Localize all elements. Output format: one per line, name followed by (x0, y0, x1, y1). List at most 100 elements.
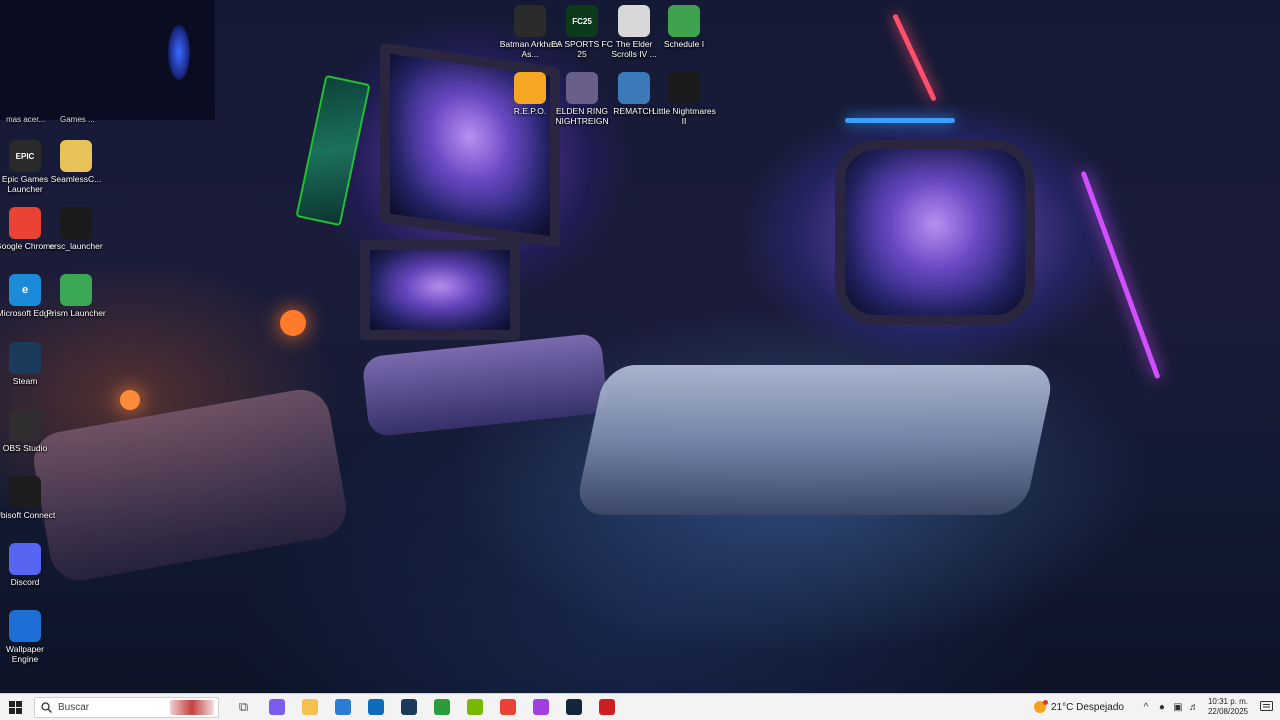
edge-icon: e (9, 274, 41, 306)
taskbar-app-button[interactable] (590, 694, 623, 720)
microphone-icon[interactable]: ● (1154, 702, 1170, 713)
rematch-icon (618, 72, 650, 104)
prism-launcher-icon (60, 274, 92, 306)
taskbar-app-button[interactable] (293, 694, 326, 720)
taskbar-app-button[interactable] (425, 694, 458, 720)
desktop-shortcut-discord[interactable]: Discord (0, 543, 57, 588)
taskbar-app-button[interactable] (359, 694, 392, 720)
messenger-icon (532, 699, 549, 715)
desktop-shortcut-label: Prism Launcher (46, 308, 106, 318)
obs-icon (9, 409, 41, 441)
weather-temp: 21°C (1051, 701, 1074, 713)
ubisoft-icon (9, 476, 41, 508)
partial-icon-label: mas acer... (6, 115, 46, 124)
task-view-icon: ⧉ (238, 699, 249, 714)
desktop-shortcut-label: Little Nightmares II (652, 106, 716, 126)
epic-games-icon: EPIC (9, 140, 41, 172)
system-tray: 21°C Despejado ^ ● ▣ ♬ 10:31 p. m. 22/08… (1034, 694, 1280, 720)
steam-icon (9, 342, 41, 374)
taskbar-app-button[interactable] (458, 694, 491, 720)
wallpaper-window-porthole (835, 140, 1035, 325)
wallpaper-engine-icon (9, 610, 41, 642)
start-button[interactable] (0, 694, 30, 720)
taskbar-app-button[interactable] (524, 694, 557, 720)
desktop-shortcut-label: Ubisoft Connect (0, 510, 56, 520)
weather-condition: Despejado (1076, 701, 1124, 713)
weather-widget[interactable]: 21°C Despejado (1034, 700, 1124, 713)
schedule-i-icon (668, 5, 700, 37)
desktop-shortcut-label: R.E.P.O. (513, 106, 547, 116)
desktop-shortcut-label: Wallpaper Engine (6, 644, 44, 664)
desktop-shortcut-label: REMATCH (613, 106, 655, 116)
desktop-shortcut-ersc[interactable]: ersc_launcher (44, 207, 108, 252)
desktop-shortcut-label: Steam (12, 376, 38, 386)
file-explorer-icon (301, 699, 318, 715)
copilot-icon (268, 699, 285, 715)
steam-icon (565, 699, 582, 715)
taskbar-app-button[interactable] (392, 694, 425, 720)
wallpaper-lamp (120, 390, 140, 410)
desktop-shortcut-label: OBS Studio (2, 443, 48, 453)
windows-logo-icon (8, 700, 22, 714)
wallpaper-neon-red (892, 13, 937, 102)
wallpaper-neon-purple (1080, 170, 1161, 380)
ersc-launcher-icon (60, 207, 92, 239)
clock-time: 10:31 p. m. (1207, 697, 1248, 706)
taskbar-search[interactable]: Buscar (34, 696, 219, 718)
steam-icon (400, 699, 417, 715)
outlook-icon (367, 699, 384, 715)
wallpaper-bed-left (29, 385, 351, 585)
desktop-shortcut-little[interactable]: Little Nightmares II (652, 72, 716, 126)
taskbar-clock[interactable]: 10:31 p. m. 22/08/2025 (1208, 697, 1248, 717)
taskbar-app-button[interactable] (491, 694, 524, 720)
wallpaper-galaxy-panel (295, 74, 371, 227)
taskbar: Buscar ⧉ 21°C Despejado ^ ● ▣ ♬ 10:31 p.… (0, 693, 1280, 720)
wallpaper-bed-middle (361, 332, 609, 438)
desktop-shortcut-label: SeamlessC... (50, 174, 102, 184)
elden-ring-icon (566, 72, 598, 104)
taskbar-app-button[interactable]: ⧉ (227, 694, 260, 720)
desktop-shortcut-schedule[interactable]: Schedule I (652, 5, 716, 50)
batman-icon (514, 5, 546, 37)
desktop-shortcut-steam[interactable]: Steam (0, 342, 57, 387)
wallpaper-window-lower (360, 240, 520, 340)
elder-scrolls-icon (618, 5, 650, 37)
wallpaper-bed-main (574, 365, 1056, 515)
desktop-shortcut-seamless[interactable]: SeamlessC... (44, 140, 108, 185)
folder-icon (60, 140, 92, 172)
game-app-icon (598, 699, 615, 715)
taskbar-app-button[interactable] (260, 694, 293, 720)
desktop-shortcut-label: Schedule I (663, 39, 705, 49)
wallpaper-lamp (280, 310, 306, 336)
desktop-shortcut-wallpaper[interactable]: Wallpaper Engine (0, 610, 57, 664)
chevron-up-icon[interactable]: ^ (1138, 702, 1154, 713)
repo-icon (514, 72, 546, 104)
webcam-overlay (0, 0, 215, 120)
desktop-shortcut-obs[interactable]: OBS Studio (0, 409, 57, 454)
desktop-shortcut-prism[interactable]: Prism Launcher (44, 274, 108, 319)
ea-fc25-icon: FC25 (566, 5, 598, 37)
clock-date: 22/08/2025 (1207, 707, 1248, 716)
chrome-icon (9, 207, 41, 239)
network-icon[interactable]: ▣ (1170, 702, 1186, 713)
search-placeholder: Buscar (58, 701, 90, 713)
taskbar-apps: ⧉ (227, 694, 623, 720)
chrome-icon (499, 699, 516, 715)
wallpaper-neon-blue (845, 118, 955, 123)
desktop-shortcut-ubisoft[interactable]: Ubisoft Connect (0, 476, 57, 521)
taskbar-app-button[interactable] (326, 694, 359, 720)
volume-icon[interactable]: ♬ (1186, 702, 1202, 713)
discord-icon (9, 543, 41, 575)
search-highlight-image (170, 699, 214, 715)
desktop-shortcut-label: Discord (10, 577, 40, 587)
little-nightmares-icon (668, 72, 700, 104)
xbox-icon (433, 699, 450, 715)
taskbar-app-button[interactable] (557, 694, 590, 720)
notification-icon (1259, 701, 1273, 711)
weather-sun-icon (1034, 700, 1049, 713)
notification-button[interactable] (1258, 699, 1274, 715)
desktop-shortcut-label: ersc_launcher (49, 241, 103, 251)
nvidia-icon (466, 699, 483, 715)
microsoft-store-icon (334, 699, 351, 715)
partial-icon-label: Games ... (60, 115, 95, 124)
